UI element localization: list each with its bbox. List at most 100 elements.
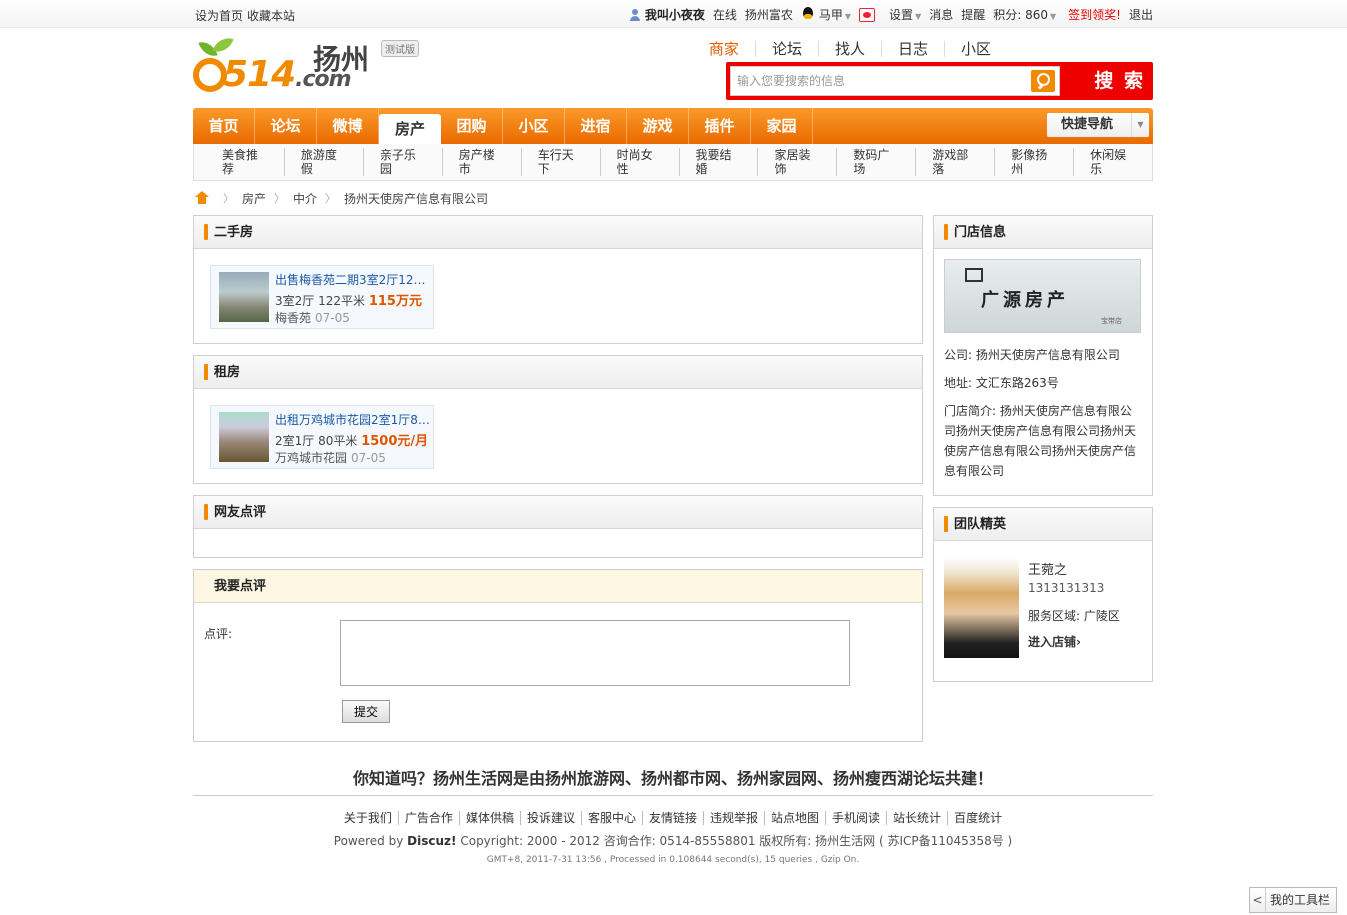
logo-city: 扬州 [313,43,370,76]
store-address: 地址: 文汇东路263号 [944,376,1059,390]
subnav-item[interactable]: 房产楼市 [441,148,521,176]
subnav-item[interactable]: 旅游度假 [283,148,363,176]
search-tab-people[interactable]: 找人 [817,41,881,57]
remind-link[interactable]: 提醒 [961,6,985,23]
enter-store-link[interactable]: 进入店铺› [1028,633,1081,650]
listing-desc: 3室2厅 122平米 115万元 [275,294,422,309]
subnav-item[interactable]: 影像扬州 [994,148,1073,176]
orange-icon [193,58,227,92]
search-tabs: 商家 论坛 找人 日志 小区 [693,41,1007,57]
footer-link[interactable]: 违规举报 [703,811,765,825]
points-menu[interactable]: 积分: 860 ▼ [993,6,1056,23]
chevron-down-icon: ▼ [915,12,922,21]
listing-price: 115万元 [368,294,422,309]
secondhand-box: 二手房 出售梅香苑二期3室2厅122平米 3室2厅 122平米 115万元 梅香… [193,215,923,344]
footer-links: 关于我们 广告合作 媒体供稿 投诉建议 客服中心 友情链接 违规举报 站点地图 手机阅读 站长统计… [193,809,1153,826]
bookmark-link[interactable]: 收藏本站 [247,9,295,23]
store-sign-text: 广源房产 [981,290,1069,311]
nav-groupbuy[interactable]: 团购 [441,108,503,144]
store-company: 公司: 扬州天使房产信息有限公司 [944,348,1120,362]
nav-community[interactable]: 小区 [503,108,565,144]
store-intro: 门店简介: 扬州天使房产信息有限公司扬州天使房产信息有限公司扬州天使房产信息有限… [944,404,1137,478]
site-notice: 你知道吗？扬州生活网是由扬州旅游网、扬州都市网、扬州家园网、扬州瘦西湖论坛共建！ [352,769,993,788]
search-input[interactable] [731,67,1051,95]
subnav-item[interactable]: 美食推荐 [206,148,284,176]
logout-link[interactable]: 退出 [1129,6,1153,23]
search-tab-blog[interactable]: 日志 [880,41,944,57]
site-logo[interactable]: 514.com 扬州 测试版 [193,33,423,100]
listing-title[interactable]: 出售梅香苑二期3室2厅122平米 [275,271,431,288]
breadcrumb-current: 扬州天使房产信息有限公司 [344,191,489,206]
nav-space[interactable]: 家园 [751,108,813,144]
footer-link[interactable]: 手机阅读 [825,811,887,825]
search-tab-community[interactable]: 小区 [943,41,1007,57]
listing-card[interactable]: 出租万鸡城市花园2室1厅80平米 2室1厅 80平米 1500元/月 万鸡城市花… [210,405,434,469]
listing-card[interactable]: 出售梅香苑二期3室2厅122平米 3室2厅 122平米 115万元 梅香苑 07-… [210,265,434,329]
powered-by: Powered by Discuz! Copyright: 2000 - 201… [333,834,1013,848]
settings-menu[interactable]: 设置 ▼ [889,6,921,23]
submit-button[interactable]: 提交 [342,700,390,723]
store-details: 公司: 扬州天使房产信息有限公司 地址: 文汇东路263号 门店简介: 扬州天使… [934,333,1152,495]
subnav-item[interactable]: 休闲娱乐 [1073,148,1152,176]
set-homepage-link[interactable]: 设为首页 [195,9,243,23]
footer-link[interactable]: 友情链接 [641,811,703,825]
qq-name-menu[interactable]: 马甲 ▼ [819,6,851,23]
subnav-item[interactable]: 亲子乐园 [362,148,442,176]
subnav-item[interactable]: 数码广场 [836,148,915,176]
section-title: 网友点评 [194,496,922,529]
footer-link[interactable]: 关于我们 [338,811,398,825]
subnav-item[interactable]: 车行天下 [520,148,600,176]
subnav-item[interactable]: 游戏部落 [915,148,994,176]
search-tab-merchant[interactable]: 商家 [693,41,755,57]
breadcrumb-agency[interactable]: 中介 [293,190,317,207]
agent-phone: 1313131313 [1028,581,1105,595]
chevron-left-icon[interactable]: < [1250,888,1266,912]
footer-link[interactable]: 客服中心 [580,811,642,825]
section-title: 我要点评 [194,570,922,603]
nav-forum[interactable]: 论坛 [255,108,317,144]
listing-thumbnail[interactable] [219,412,269,462]
weibo-icon[interactable] [859,7,876,22]
chevron-right-icon: 〉 [223,192,234,205]
home-icon[interactable] [195,191,209,205]
subnav-item[interactable]: 我要结婚 [678,148,758,176]
search-icon[interactable] [1031,70,1055,92]
section-title: 团队精英 [934,508,1152,541]
toolbar-label[interactable]: 我的工具栏 [1266,893,1330,907]
nav-house[interactable]: 房产 [379,114,441,144]
sign-in-reward-link[interactable]: 签到领奖! [1068,6,1121,23]
nav-games[interactable]: 游戏 [627,108,689,144]
subnav-item[interactable]: 时尚女性 [599,148,679,176]
breadcrumb-house[interactable]: 房产 [242,190,266,207]
footer-link[interactable]: 站长统计 [886,811,948,825]
team-box: 团队精英 王菀之 1313131313 服务区域: 广陵区 进入店铺› [933,507,1153,682]
username-link[interactable]: 我叫小夜夜 [645,6,705,23]
messages-link[interactable]: 消息 [929,6,953,23]
user-group-link[interactable]: 扬州富农 [745,6,793,23]
header: 514.com 扬州 测试版 商家 论坛 找人 日志 小区 搜 索 [193,28,1153,106]
quick-nav-button[interactable]: 快捷导航 ▼ [1047,113,1149,137]
my-toolbar[interactable]: < 我的工具栏 [1249,887,1337,913]
nav-home[interactable]: 首页 [193,108,255,144]
footer-link[interactable]: 广告合作 [397,811,459,825]
nav-weibo[interactable]: 微博 [317,108,379,144]
footer-link[interactable]: 媒体供稿 [458,811,520,825]
reviews-box: 网友点评 [193,495,923,558]
search-button[interactable]: 搜 索 [1094,66,1145,96]
listing-title[interactable]: 出租万鸡城市花园2室1厅80平米 [275,411,431,428]
footer-link[interactable]: 投诉建议 [519,811,581,825]
sub-nav: 美食推荐 旅游度假 亲子乐园 房产楼市 车行天下 时尚女性 我要结婚 家居装饰 … [193,144,1153,181]
chevron-right-icon: 〉 [325,192,337,205]
comment-textarea[interactable] [340,620,850,686]
discuz-link[interactable]: Discuz! [407,834,456,848]
nav-jinsu[interactable]: 进宿 [565,108,627,144]
agent-photo[interactable] [944,558,1019,658]
agent-name[interactable]: 王菀之 [1028,559,1067,578]
listing-thumbnail[interactable] [219,272,269,322]
footer-link[interactable]: 百度统计 [947,811,1009,825]
left-column: 二手房 出售梅香苑二期3室2厅122平米 3室2厅 122平米 115万元 梅香… [193,215,923,753]
subnav-item[interactable]: 家居装饰 [757,148,836,176]
nav-plugins[interactable]: 插件 [689,108,751,144]
footer-link[interactable]: 站点地图 [764,811,826,825]
search-tab-forum[interactable]: 论坛 [754,41,818,57]
